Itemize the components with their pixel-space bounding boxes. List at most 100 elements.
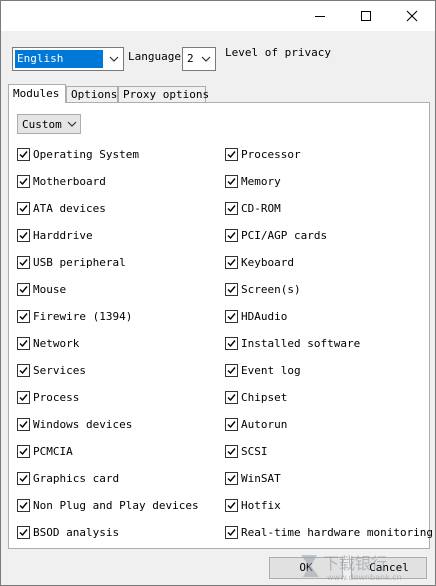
privacy-level-select[interactable]: 2 xyxy=(182,47,216,71)
checkbox-box[interactable] xyxy=(17,202,30,215)
language-select[interactable]: English xyxy=(12,47,124,71)
module-checkbox-graphics-card[interactable]: Graphics card xyxy=(17,471,119,486)
checkbox-box[interactable] xyxy=(225,175,238,188)
module-checkbox-processor[interactable]: Processor xyxy=(225,147,301,162)
checkbox-box[interactable] xyxy=(225,283,238,296)
check-icon xyxy=(19,421,28,429)
checkbox-box[interactable] xyxy=(225,418,238,431)
checkbox-box[interactable] xyxy=(225,445,238,458)
check-icon xyxy=(19,367,28,375)
check-icon xyxy=(227,394,236,402)
module-checkbox-process[interactable]: Process xyxy=(17,390,79,405)
module-label: BSOD analysis xyxy=(33,526,120,539)
module-checkbox-keyboard[interactable]: Keyboard xyxy=(225,255,294,270)
check-icon xyxy=(227,313,236,321)
checkbox-box[interactable] xyxy=(17,445,30,458)
check-icon xyxy=(19,151,28,159)
module-checkbox-event-log[interactable]: Event log xyxy=(225,363,301,378)
checkbox-box[interactable] xyxy=(17,175,30,188)
checkbox-box[interactable] xyxy=(17,499,30,512)
module-checkbox-memory[interactable]: Memory xyxy=(225,174,281,189)
module-checkbox-motherboard[interactable]: Motherboard xyxy=(17,174,106,189)
module-checkbox-firewire-1394[interactable]: Firewire (1394) xyxy=(17,309,132,324)
module-checkbox-windows-devices[interactable]: Windows devices xyxy=(17,417,132,432)
checkbox-box[interactable] xyxy=(17,391,30,404)
close-icon xyxy=(406,10,418,22)
module-checkbox-chipset[interactable]: Chipset xyxy=(225,390,287,405)
check-icon xyxy=(227,259,236,267)
module-mode-select[interactable]: Custom xyxy=(17,114,81,134)
maximize-button[interactable] xyxy=(343,1,389,31)
modules-panel: Custom Operating System Motherboard ATA de… xyxy=(8,102,433,549)
module-label: SCSI xyxy=(241,445,268,458)
module-checkbox-services[interactable]: Services xyxy=(17,363,86,378)
tab-options[interactable]: Options xyxy=(66,86,118,102)
module-checkbox-winsat[interactable]: WinSAT xyxy=(225,471,281,486)
checkbox-box[interactable] xyxy=(17,310,30,323)
module-checkbox-network[interactable]: Network xyxy=(17,336,79,351)
checkbox-box[interactable] xyxy=(225,310,238,323)
module-checkbox-pcmcia[interactable]: PCMCIA xyxy=(17,444,73,459)
module-checkbox-harddrive[interactable]: Harddrive xyxy=(17,228,93,243)
checkbox-box[interactable] xyxy=(225,364,238,377)
check-icon xyxy=(19,340,28,348)
checkbox-box[interactable] xyxy=(225,472,238,485)
module-checkbox-hdaudio[interactable]: HDAudio xyxy=(225,309,287,324)
checkbox-box[interactable] xyxy=(225,229,238,242)
module-label: Real-time hardware monitoring xyxy=(241,526,434,539)
check-icon xyxy=(19,259,28,267)
module-label: Motherboard xyxy=(33,175,106,188)
checkbox-box[interactable] xyxy=(17,472,30,485)
module-checkbox-installed-software[interactable]: Installed software xyxy=(225,336,360,351)
module-checkbox-operating-system[interactable]: Operating System xyxy=(17,147,139,162)
check-icon xyxy=(227,178,236,186)
tab-proxy-options[interactable]: Proxy options xyxy=(118,86,209,102)
module-checkbox-autorun[interactable]: Autorun xyxy=(225,417,287,432)
privacy-level-value: 2 xyxy=(187,52,194,65)
checkbox-box[interactable] xyxy=(17,364,30,377)
checkbox-box[interactable] xyxy=(225,256,238,269)
module-checkbox-scsi[interactable]: SCSI xyxy=(225,444,268,459)
check-icon xyxy=(19,394,28,402)
checkbox-box[interactable] xyxy=(17,526,30,539)
language-select-value: English xyxy=(15,50,103,68)
checkbox-box[interactable] xyxy=(17,256,30,269)
module-checkbox-screen-s[interactable]: Screen(s) xyxy=(225,282,301,297)
checkbox-box[interactable] xyxy=(17,148,30,161)
chevron-down-icon xyxy=(197,48,215,70)
module-checkbox-non-plug-and-play-devices[interactable]: Non Plug and Play devices xyxy=(17,498,199,513)
check-icon xyxy=(227,286,236,294)
module-checkbox-mouse[interactable]: Mouse xyxy=(17,282,66,297)
close-button[interactable] xyxy=(389,1,435,31)
checkbox-box[interactable] xyxy=(225,202,238,215)
module-label: Processor xyxy=(241,148,301,161)
check-icon xyxy=(19,313,28,321)
check-icon xyxy=(19,529,28,537)
checkbox-box[interactable] xyxy=(17,337,30,350)
module-checkbox-ata-devices[interactable]: ATA devices xyxy=(17,201,106,216)
module-checkbox-pci-agp-cards[interactable]: PCI/AGP cards xyxy=(225,228,327,243)
checkbox-box[interactable] xyxy=(225,337,238,350)
check-icon xyxy=(227,502,236,510)
module-checkbox-cd-rom[interactable]: CD-ROM xyxy=(225,201,281,216)
module-checkbox-bsod-analysis[interactable]: BSOD analysis xyxy=(17,525,119,540)
cancel-button[interactable]: Cancel xyxy=(351,557,427,579)
module-label: Graphics card xyxy=(33,472,120,485)
checkbox-box[interactable] xyxy=(17,418,30,431)
minimize-button[interactable] xyxy=(297,1,343,31)
module-checkbox-hotfix[interactable]: Hotfix xyxy=(225,498,281,513)
checkbox-box[interactable] xyxy=(17,283,30,296)
checkbox-box[interactable] xyxy=(225,526,238,539)
module-label: Non Plug and Play devices xyxy=(33,499,199,512)
ok-button[interactable]: OK xyxy=(269,557,343,579)
module-checkbox-real-time-hardware-monitoring[interactable]: Real-time hardware monitoring xyxy=(225,525,433,540)
tab-modules[interactable]: Modules xyxy=(8,84,66,103)
checkbox-box[interactable] xyxy=(17,229,30,242)
check-icon xyxy=(227,367,236,375)
module-checkbox-usb-peripheral[interactable]: USB peripheral xyxy=(17,255,126,270)
checkbox-box[interactable] xyxy=(225,499,238,512)
language-label: Language xyxy=(128,50,181,63)
checkbox-box[interactable] xyxy=(225,391,238,404)
module-label: Services xyxy=(33,364,86,377)
checkbox-box[interactable] xyxy=(225,148,238,161)
